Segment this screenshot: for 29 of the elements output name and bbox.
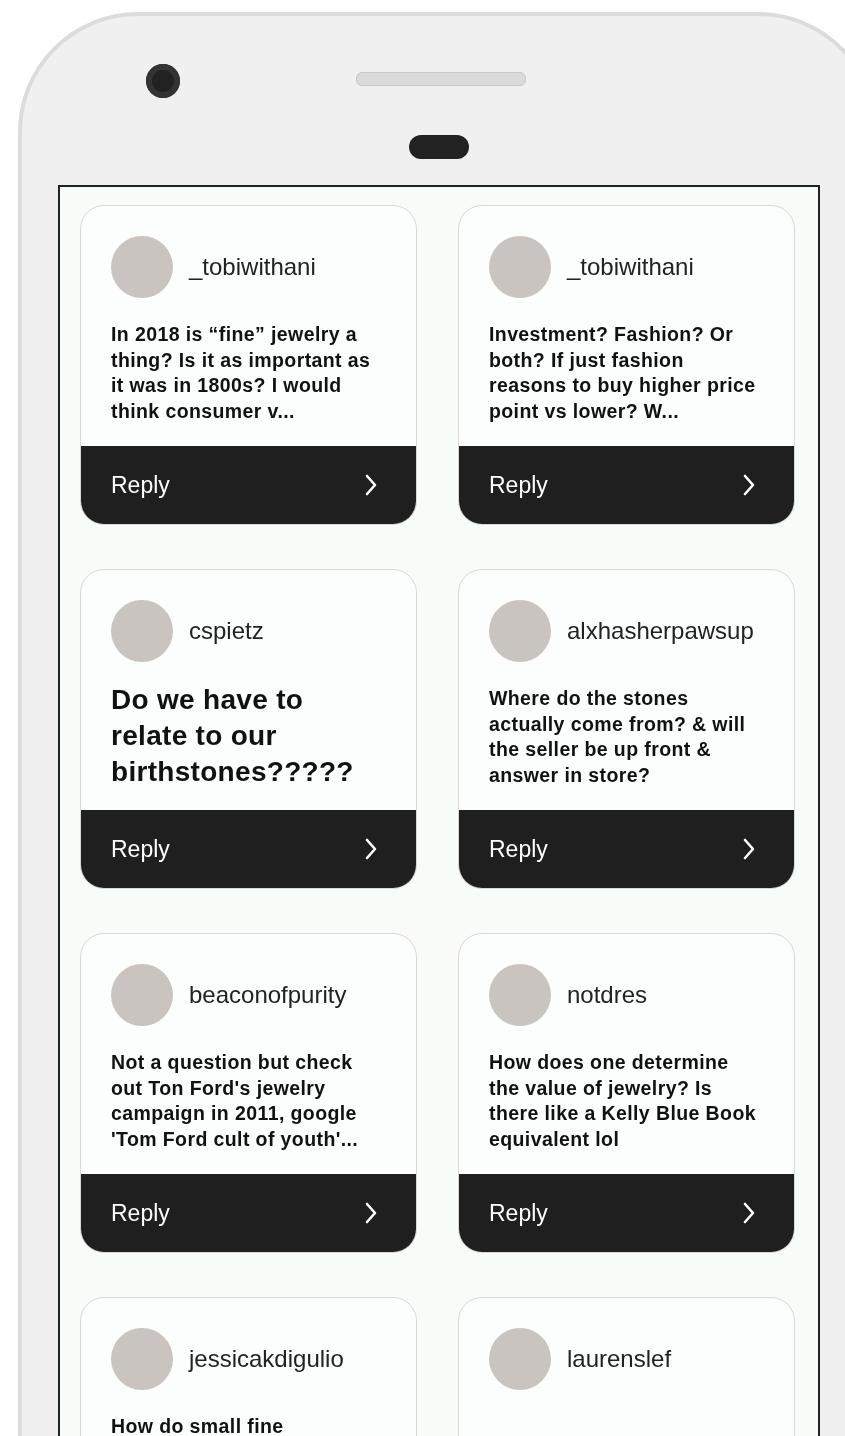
- username[interactable]: jessicakdigulio: [189, 1345, 344, 1373]
- reply-button[interactable]: Reply: [459, 1174, 794, 1252]
- question-text: How do small fine: [111, 1414, 285, 1436]
- chevron-right-icon: [742, 474, 756, 496]
- username[interactable]: beaconofpurity: [189, 981, 347, 1009]
- username[interactable]: alxhasherpawsup: [567, 617, 754, 645]
- chevron-right-icon: [364, 474, 378, 496]
- reply-button[interactable]: Reply: [81, 1174, 416, 1252]
- chevron-right-icon: [364, 1202, 378, 1224]
- username[interactable]: laurenslef: [567, 1345, 672, 1373]
- username[interactable]: _tobiwithani: [567, 253, 694, 281]
- chevron-right-icon: [742, 1202, 756, 1224]
- question-text: Where do the stones actually come from? & will the seller be up front & answer in store?: [489, 686, 747, 788]
- question-text: How does one determine the value of jewelry? Is there like a Kelly Blue Book equivalent lol: [489, 1050, 757, 1152]
- question-text: Do we have to relate to our birthstones?????: [111, 683, 355, 789]
- question-text: Investment? Fashion? Or both? If just fashion reasons to buy higher price point vs lower? W...: [489, 322, 757, 424]
- question-text: Not a question but check out Ton Ford's jewelry campaign in 2011, google 'Tom Ford cult of youth'...: [111, 1050, 360, 1152]
- sensor-icon: [409, 135, 469, 159]
- reply-button[interactable]: Reply: [459, 810, 794, 888]
- username[interactable]: _tobiwithani: [189, 253, 316, 281]
- question-text: In 2018 is “fine” jewelry a thing? Is it as important as it was in 1800s? I would think consumer v...: [111, 322, 372, 424]
- camera-icon: [146, 64, 180, 98]
- reply-button[interactable]: Reply: [459, 446, 794, 524]
- chevron-right-icon: [364, 838, 378, 860]
- username[interactable]: notdres: [567, 981, 648, 1009]
- username[interactable]: cspietz: [189, 617, 264, 645]
- reply-button[interactable]: Reply: [81, 446, 416, 524]
- reply-button[interactable]: Reply: [81, 810, 416, 888]
- chevron-right-icon: [742, 838, 756, 860]
